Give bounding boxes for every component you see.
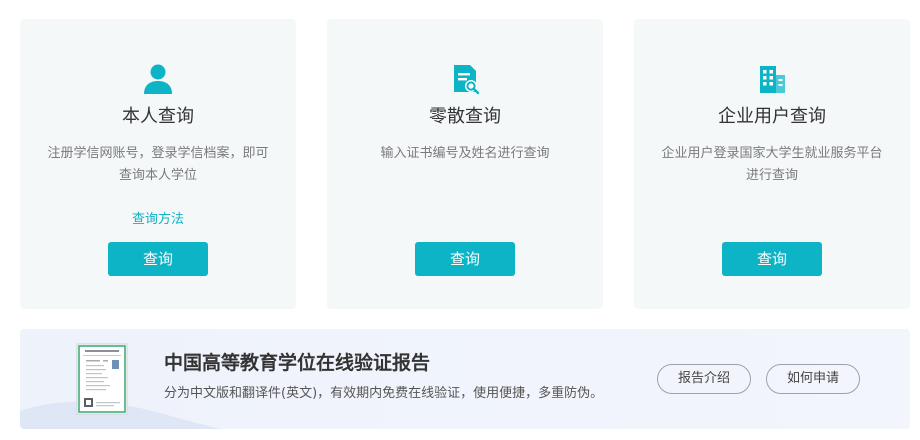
certificate-icon — [76, 343, 128, 415]
report-intro-button[interactable]: 报告介绍 — [657, 364, 751, 394]
card-title: 本人查询 — [122, 106, 194, 127]
query-options: 本人查询 注册学信网账号，登录学信档案，即可查询本人学位 查询方法 查询 零散查… — [20, 19, 910, 309]
banner-description: 分为中文版和翻译件(英文)，有效期内免费在线验证，使用便捷，多重防伪。 — [164, 386, 604, 401]
enterprise-query-button[interactable]: 查询 — [722, 242, 822, 276]
document-search-icon — [454, 65, 480, 95]
personal-query-button[interactable]: 查询 — [108, 242, 208, 276]
single-query-button[interactable]: 查询 — [415, 242, 515, 276]
card-single-query: 零散查询 输入证书编号及姓名进行查询 查询 — [327, 19, 603, 309]
banner-title: 中国高等教育学位在线验证报告 — [164, 352, 431, 374]
card-description: 注册学信网账号，登录学信档案，即可查询本人学位 — [47, 146, 269, 183]
card-enterprise-query: 企业用户查询 企业用户登录国家大学生就业服务平台进行查询 查询 — [634, 19, 910, 309]
query-method-link[interactable]: 查询方法 — [20, 210, 296, 230]
card-title: 零散查询 — [429, 106, 501, 127]
card-description: 企业用户登录国家大学生就业服务平台进行查询 — [661, 146, 883, 183]
how-to-apply-button[interactable]: 如何申请 — [766, 364, 860, 394]
verification-report-banner: 中国高等教育学位在线验证报告 分为中文版和翻译件(英文)，有效期内免费在线验证，… — [20, 329, 910, 429]
card-description: 输入证书编号及姓名进行查询 — [380, 146, 550, 161]
building-icon — [760, 66, 785, 93]
card-personal-query: 本人查询 注册学信网账号，登录学信档案，即可查询本人学位 查询方法 查询 — [20, 19, 296, 309]
card-title: 企业用户查询 — [718, 106, 826, 127]
person-icon — [144, 64, 172, 94]
